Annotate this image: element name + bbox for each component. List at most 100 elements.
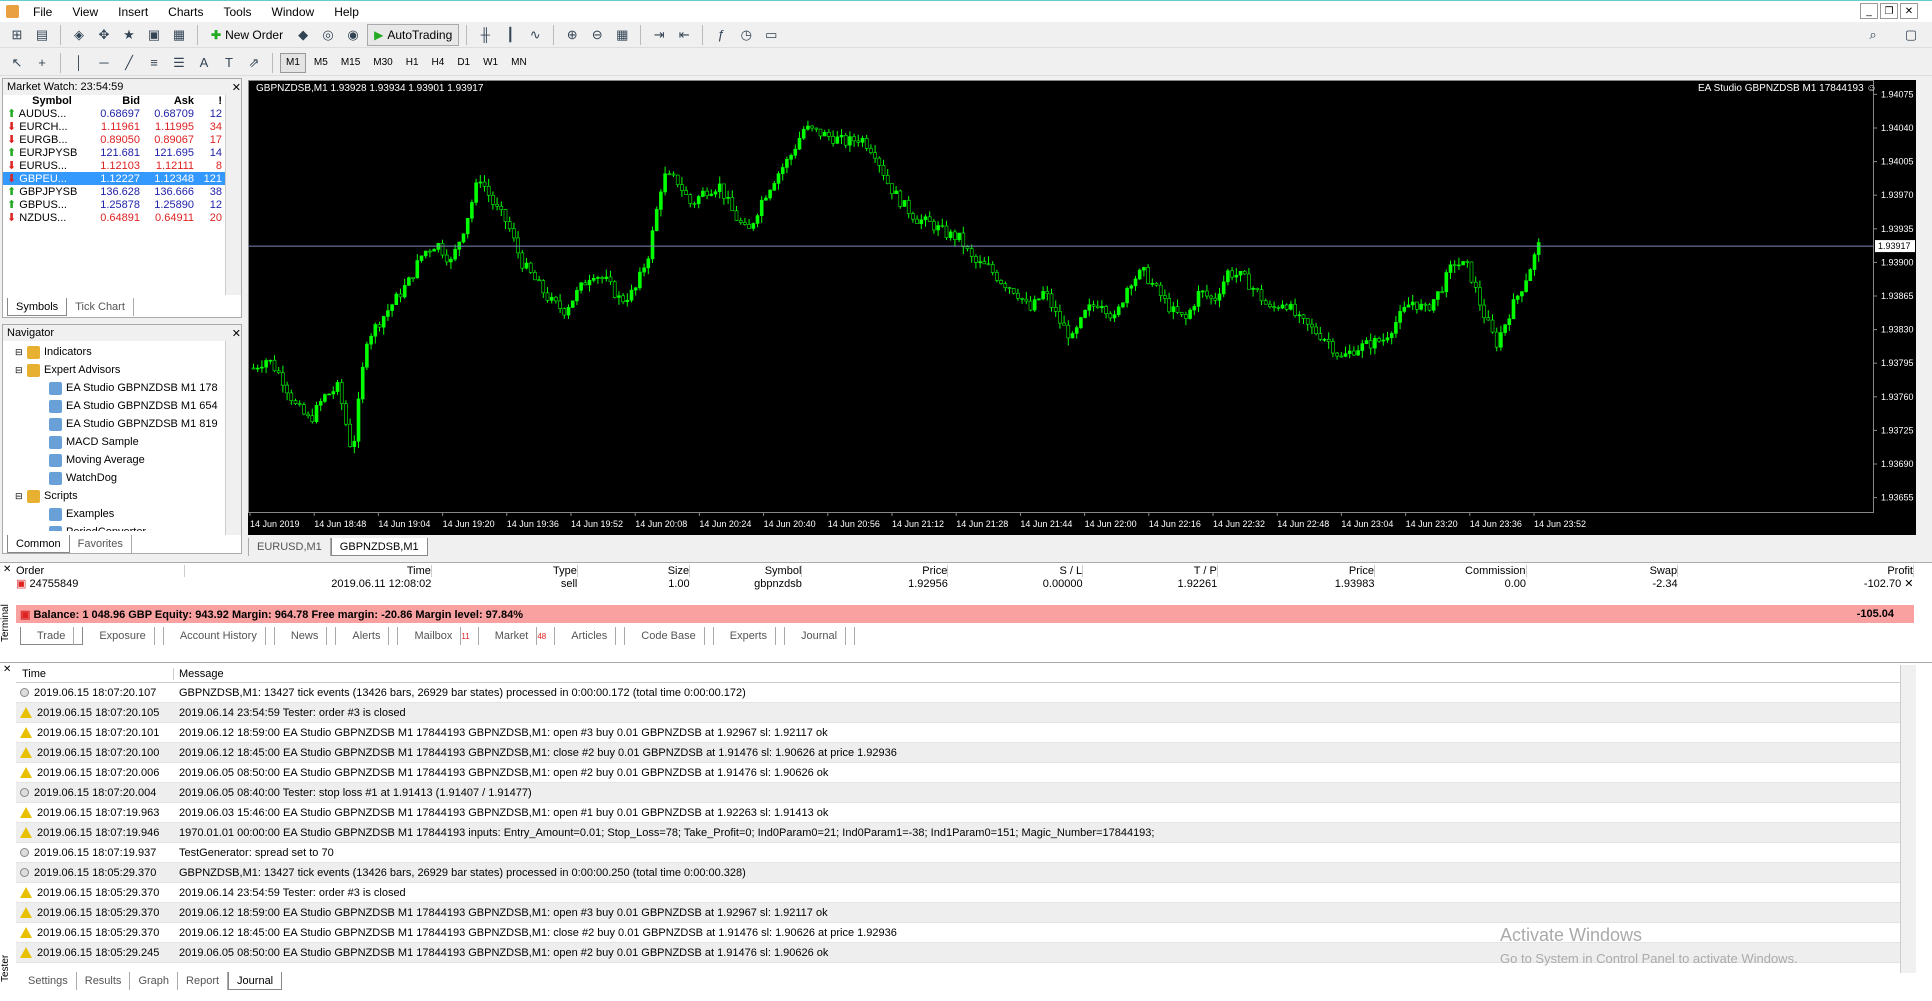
close-order-icon[interactable]: ✕	[1904, 578, 1913, 590]
market-watch-row[interactable]: ⬇ EURCH... 1.11961 1.11995 34	[3, 120, 225, 134]
crosshair-icon[interactable]: +	[31, 52, 53, 74]
orders-column-header[interactable]: Swap	[1526, 565, 1679, 577]
search-icon[interactable]: ⌕	[1862, 24, 1884, 46]
expand-icon[interactable]: ⊟	[15, 365, 27, 376]
templates-icon[interactable]: ▭	[760, 24, 782, 46]
timeframe-m30[interactable]: M30	[368, 53, 397, 73]
menu-window[interactable]: Window	[262, 5, 325, 19]
terminal-tab[interactable]: Trade	[20, 626, 84, 645]
orders-column-header[interactable]: Price	[801, 565, 949, 577]
vertical-line-icon[interactable]: │	[68, 52, 90, 74]
timeframe-m1[interactable]: M1	[280, 52, 306, 73]
orders-column-header[interactable]: Commission	[1374, 565, 1527, 577]
tester-tab[interactable]: Journal	[228, 972, 283, 990]
terminal-tab[interactable]: News	[275, 627, 337, 645]
terminal-tab[interactable]: Exposure	[83, 627, 164, 645]
channel-icon[interactable]: ≡	[143, 52, 165, 74]
chart-canvas[interactable]: 1.94075 1.94040 1.94005 1.93970 1.93935 1.939…	[248, 80, 1916, 535]
col-symbol[interactable]: Symbol	[3, 95, 95, 107]
market-watch-row[interactable]: ⬆ AUDUS... 0.68697 0.68709 12	[3, 107, 225, 121]
col-time[interactable]: Time	[16, 667, 174, 680]
arrows-icon[interactable]: ⇗	[243, 52, 265, 74]
zoom-in-icon[interactable]: ⊕	[561, 24, 583, 46]
orders-column-header[interactable]: Price	[1217, 565, 1375, 577]
menu-help[interactable]: Help	[324, 5, 369, 19]
orders-column-header[interactable]: Symbol	[689, 565, 803, 577]
navigator-item[interactable]: ⊟ Expert Advisors	[3, 361, 225, 379]
journal-row[interactable]: 2019.06.15 18:05:29.370 GBPNZDSB,M1: 1342…	[16, 863, 1900, 883]
journal-row[interactable]: 2019.06.15 18:07:20.100 2019.06.12 18:45:…	[16, 743, 1900, 763]
chart-shift-icon[interactable]: ⇤	[673, 24, 695, 46]
menu-charts[interactable]: Charts	[158, 5, 213, 19]
close-icon[interactable]: ✕	[3, 664, 11, 675]
zoom-out-icon[interactable]: ⊖	[586, 24, 608, 46]
journal-scrollbar[interactable]	[1900, 665, 1916, 973]
market-watch-row[interactable]: ⬇ EURUS... 1.12103 1.12111 8	[3, 159, 225, 173]
line-chart-icon[interactable]: ∿	[524, 24, 546, 46]
tester-tab[interactable]: Results	[77, 972, 131, 990]
terminal-tab[interactable]: Mailbox 11	[398, 627, 479, 645]
orders-column-header[interactable]: T / P	[1082, 565, 1218, 577]
autotrading-button[interactable]: ▶ AutoTrading	[367, 23, 460, 46]
navigator-item[interactable]: EA Studio GBPNZDSB M1 178	[3, 379, 225, 397]
menu-view[interactable]: View	[62, 5, 108, 19]
tester-icon[interactable]: ▦	[168, 24, 190, 46]
new-chart-icon[interactable]: ⊞	[6, 24, 28, 46]
cursor-icon[interactable]: ↖	[6, 52, 28, 74]
journal-row[interactable]: 2019.06.15 18:07:20.107 GBPNZDSB,M1: 1342…	[16, 683, 1900, 703]
trendline-icon[interactable]: ╱	[118, 52, 140, 74]
tab-common[interactable]: Common	[7, 535, 70, 553]
col-bid[interactable]: Bid	[95, 95, 143, 107]
market-watch-row[interactable]: ⬆ EURJPYSB 121.681 121.695 14	[3, 146, 225, 160]
close-icon[interactable]: ✕	[3, 564, 11, 575]
col-spread[interactable]: !	[197, 95, 225, 107]
timeframe-mn[interactable]: MN	[506, 53, 532, 73]
navigator-icon[interactable]: ★	[118, 24, 140, 46]
navigator-item[interactable]: WatchDog	[3, 469, 225, 487]
journal-row[interactable]: 2019.06.15 18:07:19.937 TestGenerator: sp…	[16, 843, 1900, 863]
order-row[interactable]: ▣ 24755849 2019.06.11 12:08:02 sell 1.00…	[16, 577, 1914, 591]
navigator-item[interactable]: ⊟ Indicators	[3, 343, 225, 361]
orders-column-header[interactable]: Profit	[1677, 565, 1914, 577]
menu-file[interactable]: File	[23, 5, 62, 19]
chart-tab-gbpnzdsb[interactable]: GBPNZDSB,M1	[330, 538, 428, 556]
navigator-item[interactable]: MACD Sample	[3, 433, 225, 451]
timeframe-d1[interactable]: D1	[452, 53, 475, 73]
indicators-icon[interactable]: ƒ	[710, 24, 732, 46]
menu-tools[interactable]: Tools	[214, 5, 262, 19]
col-message[interactable]: Message	[174, 668, 224, 680]
journal-row[interactable]: 2019.06.15 18:07:19.963 2019.06.03 15:46:…	[16, 803, 1900, 823]
journal-row[interactable]: 2019.06.15 18:07:19.946 1970.01.01 00:00:…	[16, 823, 1900, 843]
navigator-item[interactable]: PeriodConverter	[3, 523, 225, 531]
orders-column-header[interactable]: Order	[16, 565, 185, 577]
tab-tick-chart[interactable]: Tick Chart	[67, 298, 134, 316]
market-watch-icon[interactable]: ◈	[68, 24, 90, 46]
terminal-tab[interactable]: Account History	[164, 627, 275, 645]
timeframe-m5[interactable]: M5	[309, 53, 333, 73]
journal-row[interactable]: 2019.06.15 18:07:20.006 2019.06.05 08:50:…	[16, 763, 1900, 783]
expand-icon[interactable]: ⊟	[15, 347, 27, 358]
market-watch-row[interactable]: ⬇ GBPEU... 1.12227 1.12348 121	[3, 172, 225, 185]
navigator-item[interactable]: EA Studio GBPNZDSB M1 819	[3, 415, 225, 433]
close-icon[interactable]: ✕	[232, 327, 241, 340]
market-watch-row[interactable]: ⬆ GBPJPYSB 136.628 136.666 38	[3, 185, 225, 199]
periods-icon[interactable]: ◷	[735, 24, 757, 46]
market-watch-row[interactable]: ⬇ NZDUS... 0.64891 0.64911 20	[3, 211, 225, 225]
tester-tab[interactable]: Settings	[20, 972, 77, 990]
price-chart[interactable]: 1.94075 1.94040 1.94005 1.93970 1.93935 1.939…	[248, 80, 1916, 535]
terminal-tab[interactable]: Market 48	[479, 627, 556, 645]
col-ask[interactable]: Ask	[143, 95, 197, 107]
text-label-icon[interactable]: T	[218, 52, 240, 74]
timeframe-h1[interactable]: H1	[401, 53, 424, 73]
signals-icon[interactable]: ◎	[317, 24, 339, 46]
terminal-tab[interactable]: Articles	[555, 627, 626, 645]
tester-tab[interactable]: Graph	[130, 972, 179, 990]
chart-tab-eurusd[interactable]: EURUSD,M1	[248, 538, 331, 556]
journal-row[interactable]: 2019.06.15 18:05:29.370 2019.06.12 18:59:…	[16, 903, 1900, 923]
profiles-icon[interactable]: ▤	[31, 24, 53, 46]
navigator-item[interactable]: Examples	[3, 505, 225, 523]
fibonacci-icon[interactable]: ☰	[168, 52, 190, 74]
tab-favorites[interactable]: Favorites	[70, 535, 132, 553]
journal-row[interactable]: 2019.06.15 18:07:20.004 2019.06.05 08:40:…	[16, 783, 1900, 803]
navigator-scrollbar[interactable]	[225, 341, 241, 535]
